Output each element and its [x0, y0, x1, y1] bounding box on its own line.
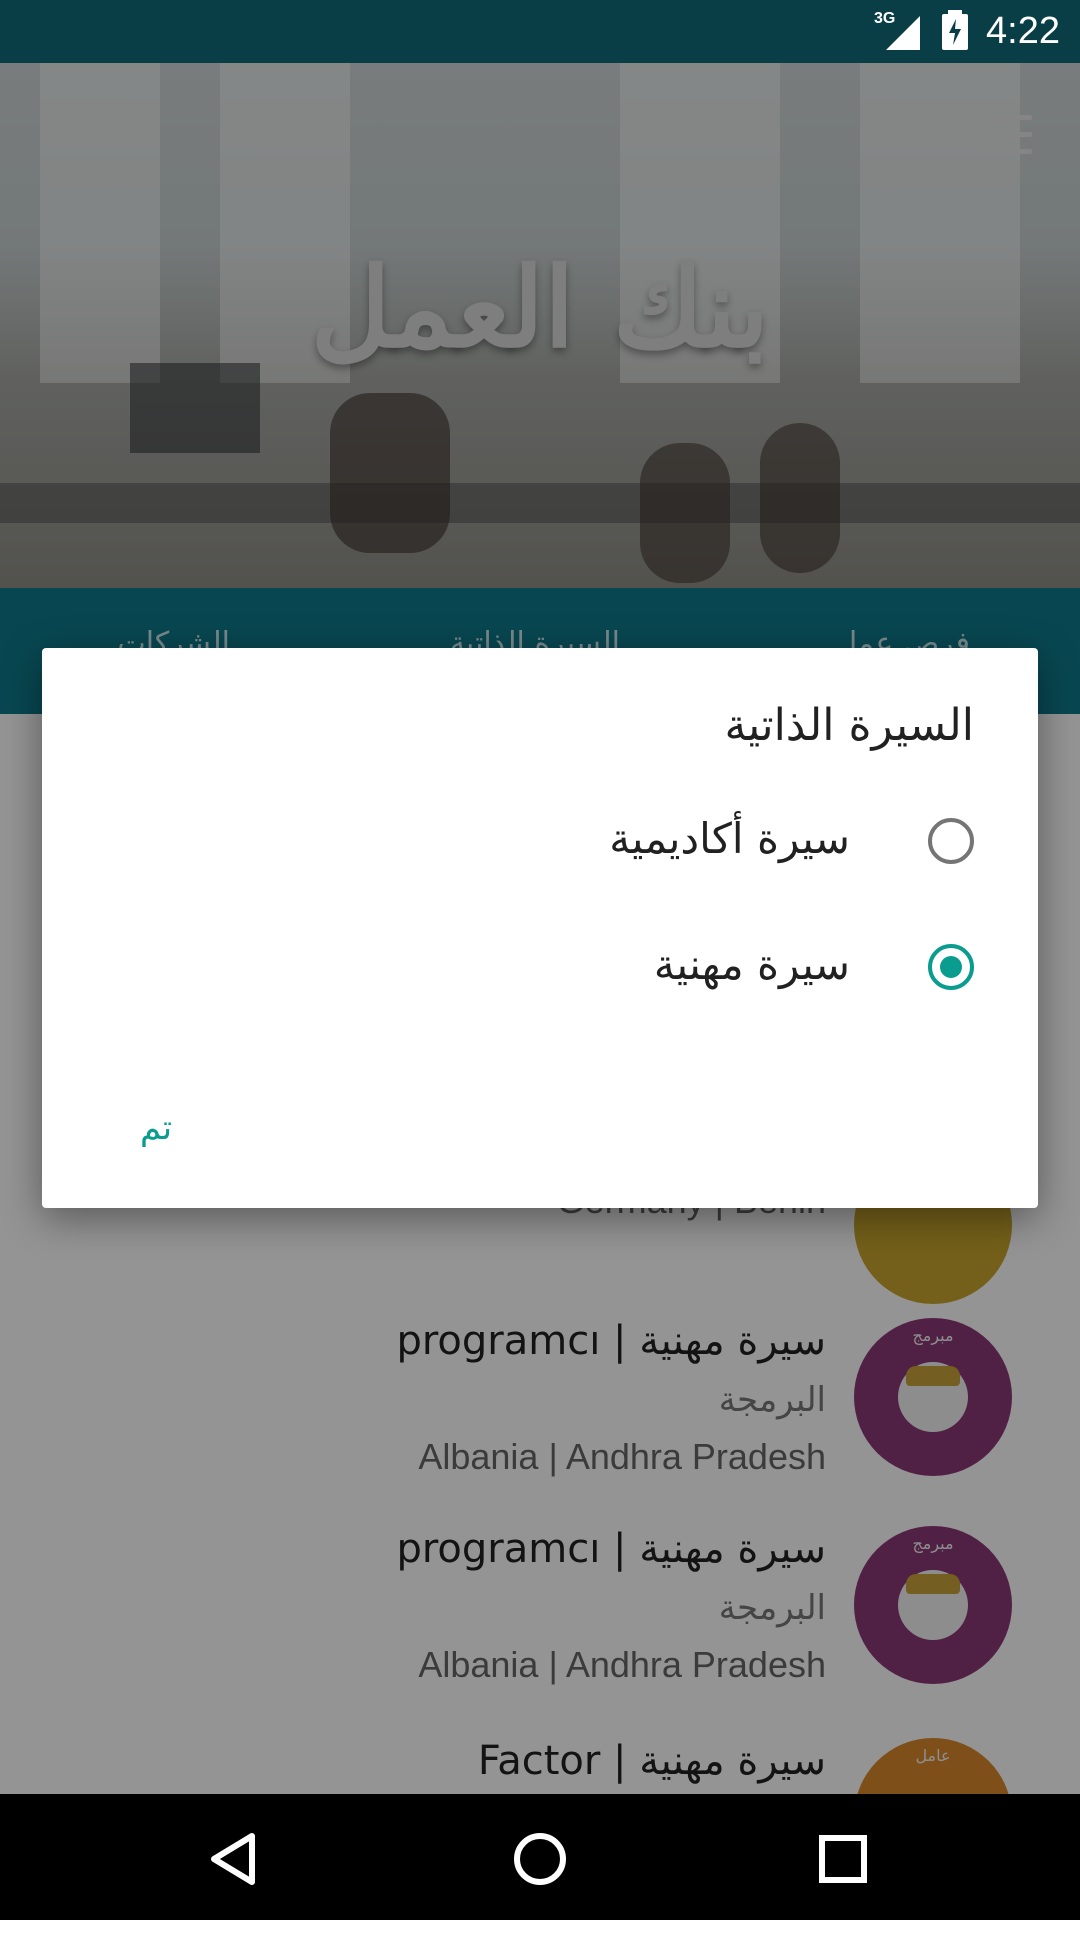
option-label: سيرة أكاديمية [609, 814, 850, 863]
network-type: 3G [874, 9, 896, 27]
battery-icon [942, 9, 969, 54]
home-circle-icon[interactable] [505, 1824, 575, 1894]
radio-unchecked-icon[interactable] [928, 818, 974, 864]
confirm-button[interactable]: تم [140, 1108, 172, 1148]
option-academic-cv[interactable]: سيرة أكاديمية [114, 800, 974, 890]
cv-type-dialog: السيرة الذاتية سيرة أكاديمية سيرة مهنية … [42, 648, 1038, 1208]
clock: 4:22 [986, 10, 1060, 52]
dialog-title: السيرة الذاتية [724, 700, 974, 751]
signal-icon: 3G [874, 10, 924, 52]
status-icons: 3G 4:22 [874, 0, 1060, 63]
status-bar: 3G 4:22 [0, 0, 1080, 63]
back-triangle-icon[interactable] [200, 1824, 270, 1894]
system-nav-bar [0, 1794, 1080, 1920]
option-label: سيرة مهنية [653, 940, 850, 989]
option-professional-cv[interactable]: سيرة مهنية [114, 926, 974, 1016]
radio-checked-icon[interactable] [928, 944, 974, 990]
recents-square-icon[interactable] [808, 1824, 878, 1894]
